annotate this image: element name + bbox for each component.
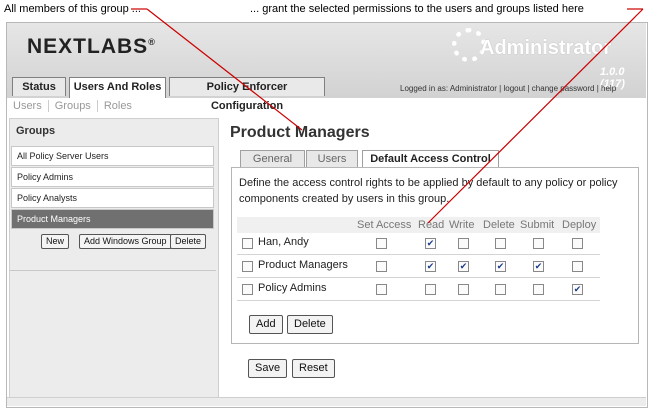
annotation-arrows [131,8,644,224]
